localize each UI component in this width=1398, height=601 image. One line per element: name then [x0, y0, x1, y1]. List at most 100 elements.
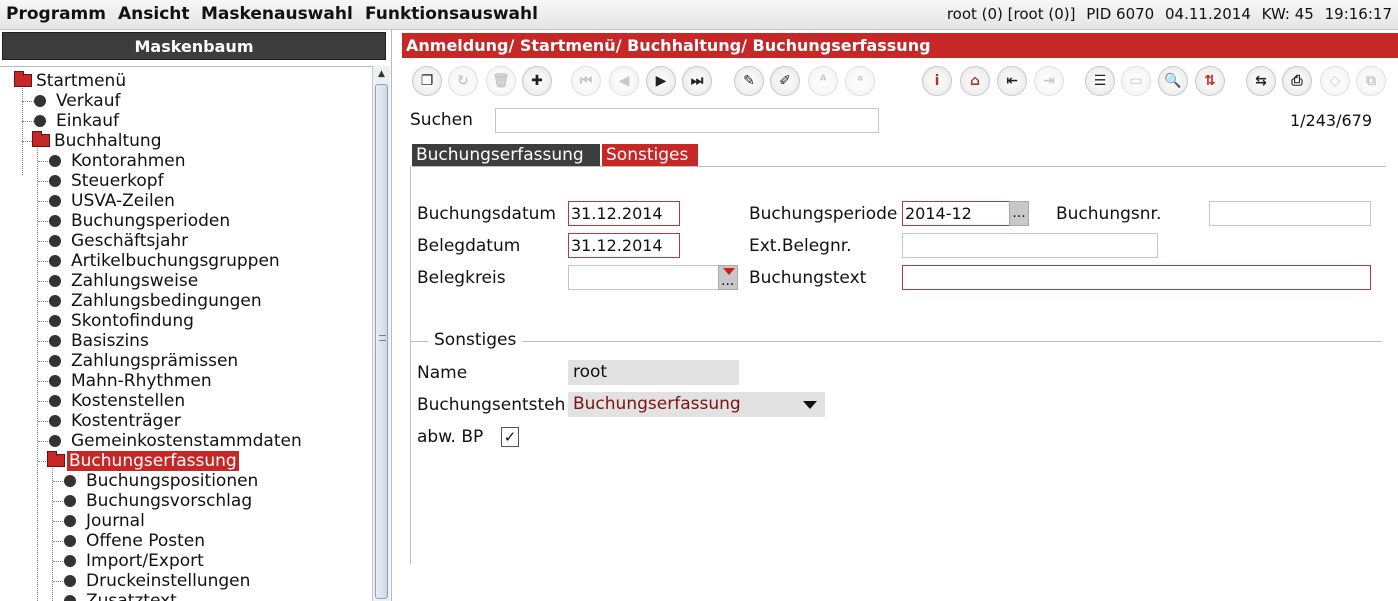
tree-item[interactable]: Basiszins — [49, 331, 151, 351]
bullet-icon — [64, 495, 76, 507]
belegkreis-field[interactable] — [568, 265, 720, 290]
abw-bp-checkbox[interactable]: ✓ — [501, 427, 519, 447]
print-button[interactable]: ⎙ — [1282, 66, 1312, 96]
bullet-icon — [49, 335, 61, 347]
refresh-icon: ↻ — [457, 73, 469, 89]
scrollbar-thumb[interactable] — [375, 84, 388, 599]
edit-pencil-button[interactable]: ✎ — [734, 66, 764, 96]
menu-programm[interactable]: Programm — [6, 4, 106, 24]
tab-divider — [412, 166, 1386, 167]
refresh-button[interactable]: ↻ — [448, 66, 478, 96]
tree-item[interactable]: Einkauf — [34, 111, 121, 131]
logout-button[interactable]: ⇥ — [1034, 66, 1064, 96]
scroll-up-icon[interactable]: ▲ — [373, 66, 390, 82]
tag-button[interactable]: ◇ — [1320, 66, 1350, 96]
tree-scrollbar[interactable]: ▲ — [372, 66, 390, 601]
replace-text-button[interactable]: ᴬ — [808, 66, 838, 96]
edit-pencil-icon: ✎ — [743, 73, 755, 89]
tree-item-label: Zahlungsbedingungen — [71, 291, 262, 311]
tree-item[interactable]: Zusatztext — [64, 591, 179, 601]
tree-item[interactable]: Import/Export — [64, 551, 206, 571]
bullet-icon — [64, 515, 76, 527]
tree-item[interactable]: Offene Posten — [64, 531, 207, 551]
bullet-icon — [64, 475, 76, 487]
home-button[interactable]: ⌂ — [960, 66, 990, 96]
search-button[interactable]: 🔍 — [1158, 66, 1188, 96]
tree-item[interactable]: Zahlungsbedingungen — [49, 291, 264, 311]
tree-item[interactable]: Zahlungsweise — [49, 271, 200, 291]
find-text-button[interactable]: ᵃ — [845, 66, 875, 96]
tree-item[interactable]: Buchungsvorschlag — [64, 491, 254, 511]
buchungsentstehung-select[interactable]: Buchungserfassung — [568, 392, 825, 417]
menu-maskenauswahl[interactable]: Maskenauswahl — [201, 4, 353, 24]
first-record-button[interactable]: ⏮ — [571, 66, 601, 96]
name-field: root — [568, 360, 739, 385]
status-time: 19:16:17 — [1324, 5, 1392, 23]
tree-guide-line — [37, 141, 38, 601]
search-label: Suchen — [410, 110, 473, 130]
tab-sonstiges[interactable]: Sonstiges — [602, 144, 698, 167]
mask-tree: Startmenü Verkauf Einkauf Buchhaltung Kontor… — [0, 66, 372, 601]
tree-item[interactable]: Gemeinkostenstammdaten — [49, 431, 304, 451]
table-icon: ▭ — [1129, 73, 1143, 89]
ext-belegnr-field[interactable] — [902, 233, 1158, 258]
tree-item[interactable]: Kostenstellen — [49, 391, 187, 411]
tree-item[interactable]: Buchhaltung — [32, 131, 163, 151]
tree-item[interactable]: Buchungspositionen — [64, 471, 260, 491]
trash-button[interactable]: 🗑 — [486, 66, 516, 96]
first-record-icon: ⏮ — [579, 73, 593, 89]
tree-item[interactable]: Buchungserfassung — [47, 451, 239, 471]
tree-item[interactable]: Mahn-Rhythmen — [49, 371, 214, 391]
belegdatum-field[interactable]: 31.12.2014 — [568, 233, 680, 258]
group-title-sonstiges: Sonstiges — [428, 330, 523, 350]
tree-item[interactable]: Kostenträger — [49, 411, 183, 431]
tree-item[interactable]: Geschäftsjahr — [49, 231, 190, 251]
tree-item[interactable]: Druckeinstellungen — [64, 571, 252, 591]
info-button[interactable]: i — [922, 66, 952, 96]
sort-az-button[interactable]: ⇅ — [1195, 66, 1225, 96]
tree-item[interactable]: Skontofindung — [49, 311, 196, 331]
tree-item[interactable]: USVA-Zeilen — [49, 191, 177, 211]
bullet-icon — [49, 215, 61, 227]
last-record-button[interactable]: ⏭ — [682, 66, 712, 96]
tree-item[interactable]: Artikelbuchungsgruppen — [49, 251, 282, 271]
menu-ansicht[interactable]: Ansicht — [118, 4, 190, 24]
login-icon: ⇤ — [1006, 73, 1018, 89]
next-record-button[interactable]: ▶ — [646, 66, 676, 96]
window-restore-button[interactable]: ❐ — [412, 66, 442, 96]
add-button[interactable]: ✚ — [522, 66, 552, 96]
tree-item[interactable]: Journal — [64, 511, 147, 531]
buchungsperiode-field[interactable]: 2014-12 — [902, 201, 1011, 226]
tree-item-label: Zusatztext — [86, 591, 177, 601]
menu-funktionsauswahl[interactable]: Funktionsauswahl — [365, 4, 538, 24]
edit-field-button[interactable]: ✐ — [770, 66, 800, 96]
belegkreis-lookup-button[interactable]: ... — [718, 265, 738, 290]
swap-button[interactable]: ⇆ — [1246, 66, 1276, 96]
tree-item[interactable]: Zahlungsprämissen — [49, 351, 240, 371]
buchungsdatum-field[interactable]: 31.12.2014 — [568, 201, 680, 226]
tree-item[interactable]: Startmenü — [14, 71, 128, 91]
bullet-icon — [49, 255, 61, 267]
buchungstext-label: Buchungstext — [749, 268, 867, 288]
tree-item-label: Buchungsvorschlag — [86, 491, 253, 511]
search-input[interactable] — [495, 108, 879, 133]
tree-item[interactable]: Kontorahmen — [49, 151, 188, 171]
export-button[interactable]: ⧉ — [1356, 66, 1386, 96]
tree-guide-line — [22, 81, 23, 175]
tree-item[interactable]: Steuerkopf — [49, 171, 166, 191]
list-button[interactable]: ☰ — [1085, 66, 1115, 96]
bullet-icon — [49, 395, 61, 407]
buchungstext-field[interactable] — [902, 265, 1371, 290]
login-button[interactable]: ⇤ — [997, 66, 1027, 96]
tree-item-label: Mahn-Rhythmen — [71, 371, 212, 391]
buchungsnr-field[interactable] — [1209, 201, 1371, 226]
tree-item[interactable]: Verkauf — [34, 91, 122, 111]
tab-buchungserfassung[interactable]: Buchungserfassung — [412, 144, 600, 167]
table-button[interactable]: ▭ — [1121, 66, 1151, 96]
bullet-icon — [64, 575, 76, 587]
tree-guide-line — [22, 121, 34, 122]
previous-record-button[interactable]: ◀ — [609, 66, 639, 96]
tree-item[interactable]: Buchungsperioden — [49, 211, 232, 231]
buchungsperiode-lookup-button[interactable]: ... — [1009, 201, 1029, 226]
tree-item-label: Kostenträger — [71, 411, 181, 431]
